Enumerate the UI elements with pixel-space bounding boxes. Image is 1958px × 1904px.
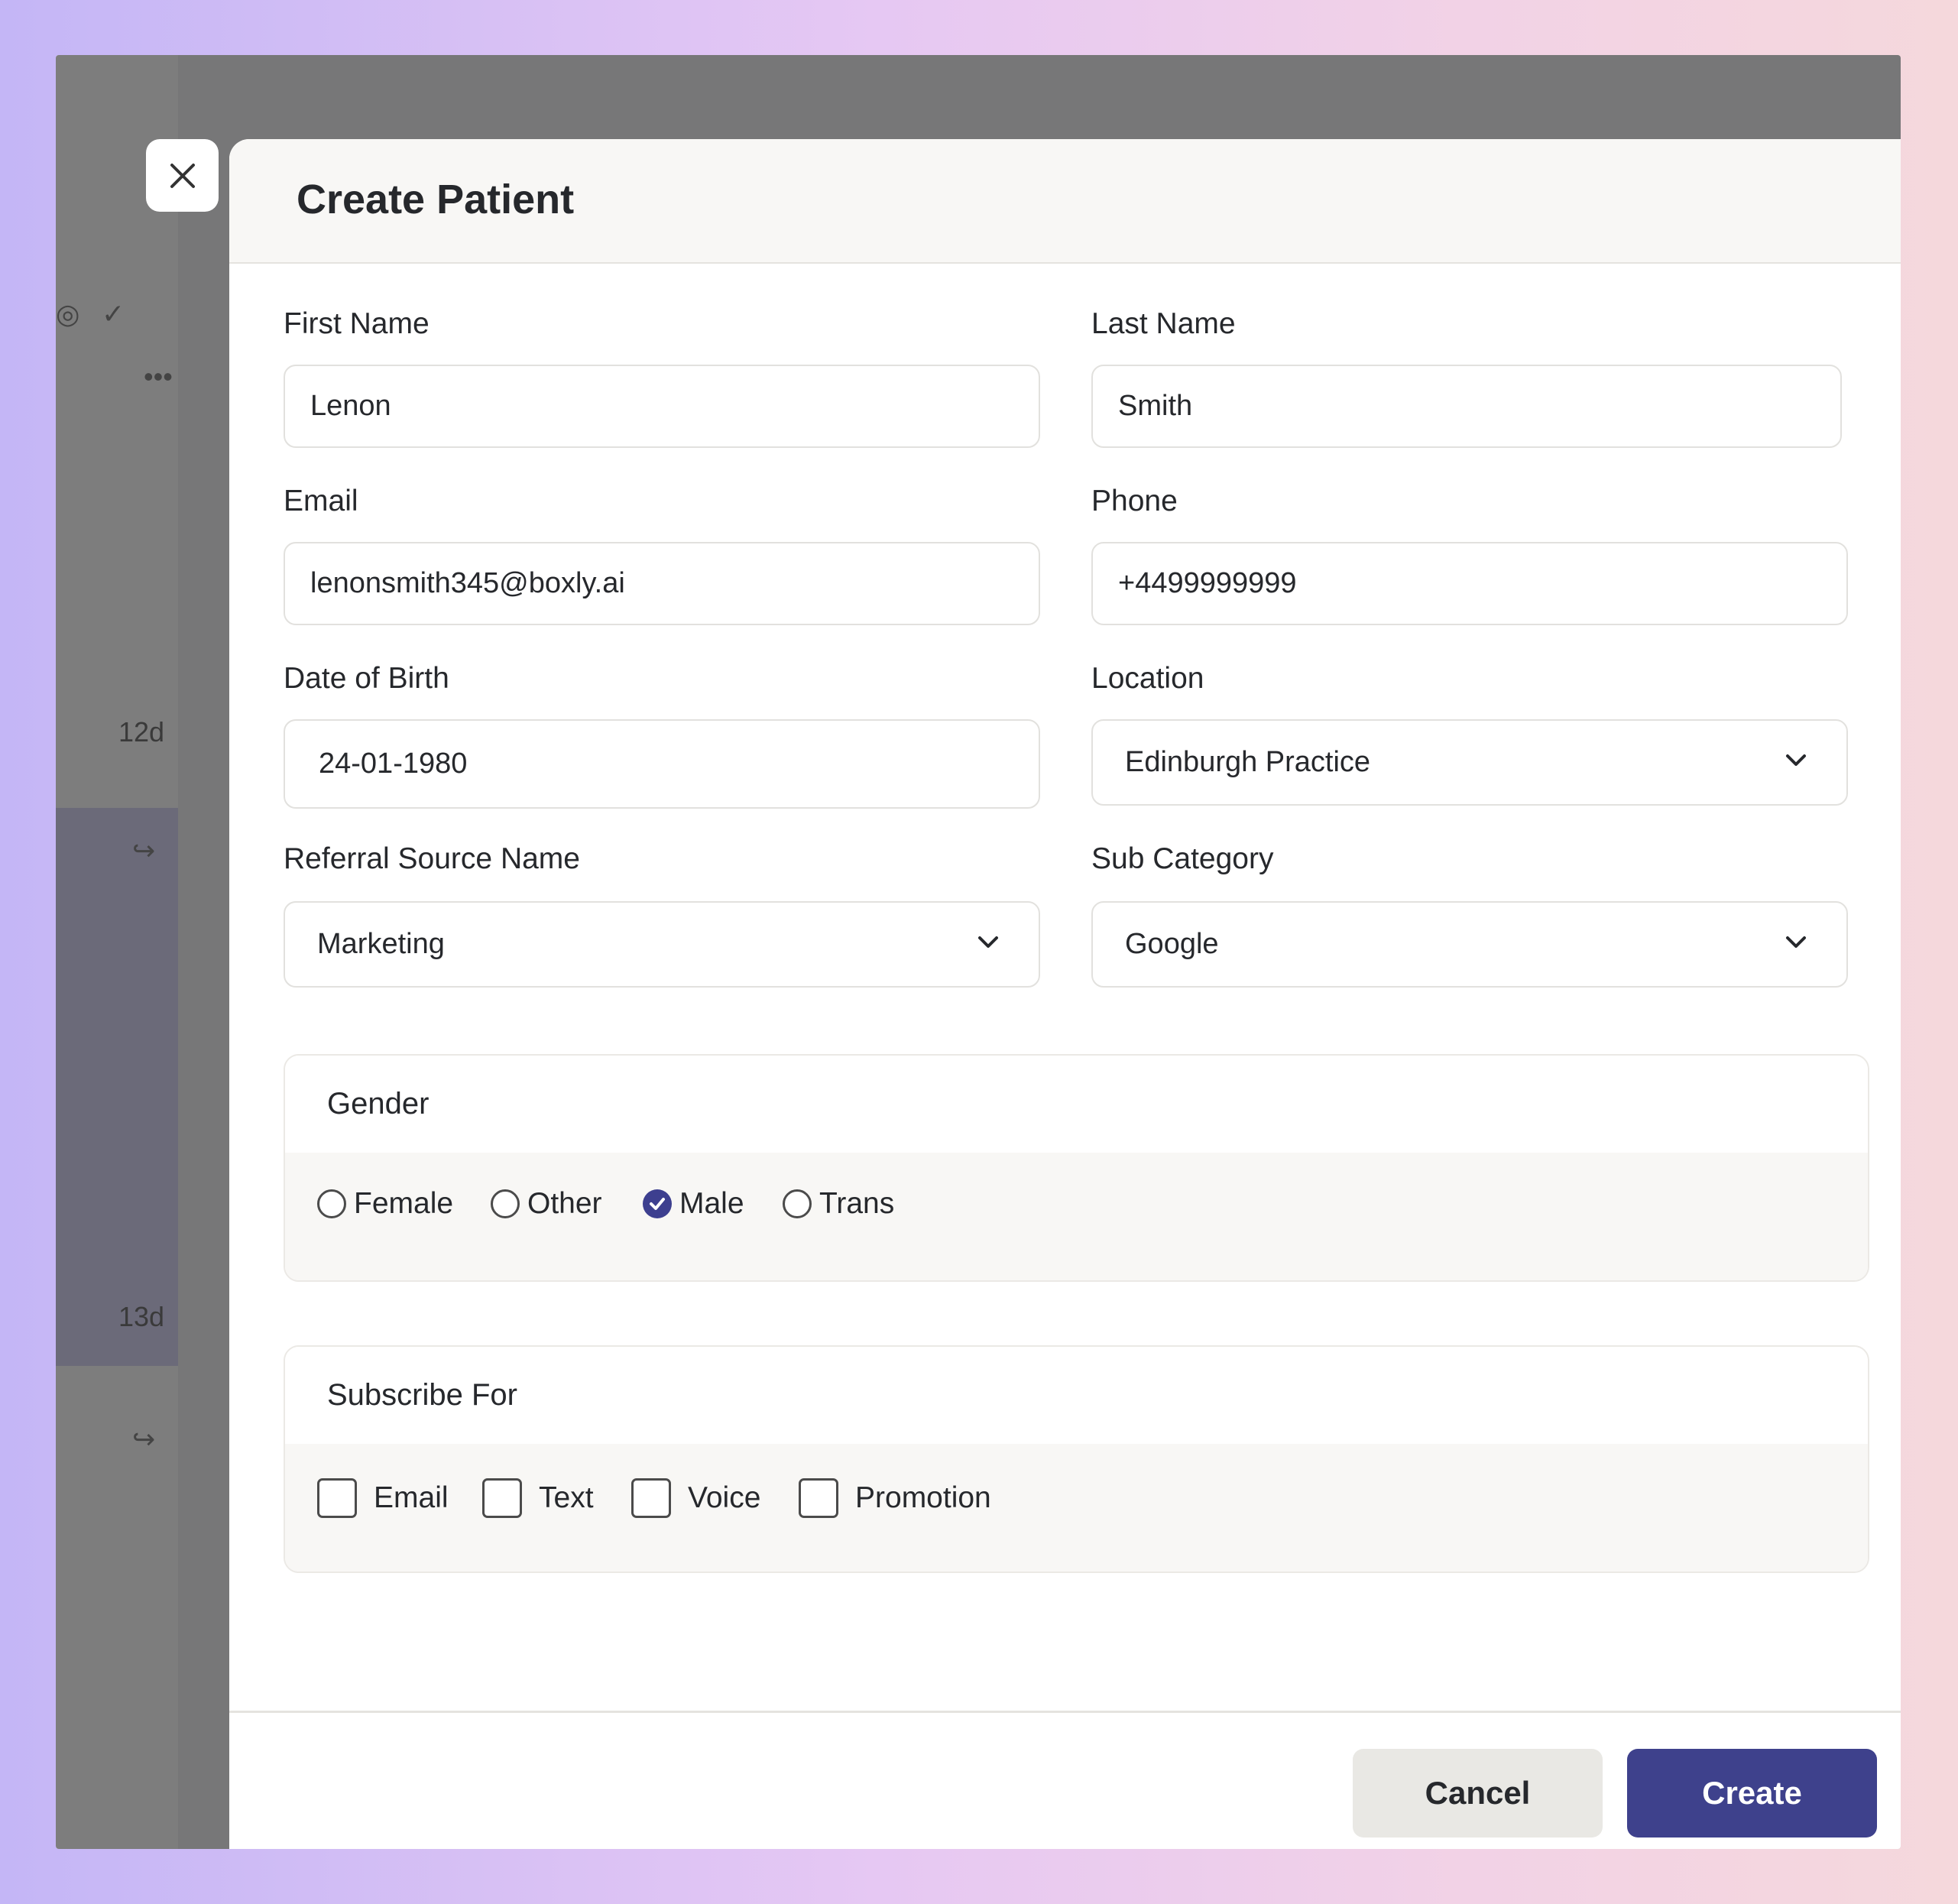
radio-button[interactable] [317,1189,346,1218]
referral-source-label: Referral Source Name [284,842,580,875]
create-button[interactable]: Create [1627,1749,1877,1838]
subscribe-option-label: Promotion [855,1481,991,1514]
last-name-label: Last Name [1091,307,1236,340]
background-app: ◎ ✓ ••• 12d ↪ 13d ↪ Create Patient First… [56,55,1901,1849]
dob-value: 24-01-1980 [319,748,468,780]
radio-button[interactable] [783,1189,812,1218]
radio-button[interactable] [491,1189,520,1218]
checkmark-icon [650,1198,665,1210]
subscribe-option-label: Text [539,1481,594,1514]
subscribe-option-email[interactable]: Email [317,1478,449,1518]
gender-option-female[interactable]: Female [317,1187,453,1221]
email-field[interactable]: lenonsmith345@boxly.ai [284,542,1040,625]
subscribe-title: Subscribe For [285,1347,1868,1444]
referral-source-select[interactable]: Marketing [284,901,1040,988]
sub-category-label: Sub Category [1091,842,1274,875]
first-name-value: Lenon [310,390,391,422]
last-name-field[interactable]: Smith [1091,365,1842,448]
cancel-button[interactable]: Cancel [1353,1749,1603,1838]
gender-group: Gender Female Other Male Trans [284,1054,1869,1282]
subscribe-option-text[interactable]: Text [482,1478,594,1518]
gender-option-trans[interactable]: Trans [783,1187,894,1221]
first-name-label: First Name [284,307,430,340]
email-value: lenonsmith345@boxly.ai [310,567,625,599]
subscribe-option-promotion[interactable]: Promotion [799,1478,991,1518]
close-button[interactable] [146,139,219,212]
checkbox[interactable] [631,1478,671,1518]
phone-value: +4499999999 [1118,567,1297,599]
modal-header: Create Patient [229,139,1901,264]
close-icon [170,163,195,188]
subscribe-option-voice[interactable]: Voice [631,1478,760,1518]
gender-title: Gender [285,1056,1868,1153]
chevron-down-icon [978,936,998,948]
modal-title: Create Patient [297,177,575,222]
sub-category-value: Google [1125,928,1219,960]
gender-option-label: Male [679,1187,744,1220]
subscribe-options: Email Text Voice Promotion [285,1444,1868,1572]
location-value: Edinburgh Practice [1125,746,1371,778]
radio-button-selected[interactable] [643,1189,672,1218]
gender-option-label: Trans [819,1187,895,1220]
location-select[interactable]: Edinburgh Practice [1091,719,1848,806]
dob-field[interactable]: 24-01-1980 [284,719,1040,809]
dob-label: Date of Birth [284,662,449,695]
subscribe-group: Subscribe For Email Text Voice Promotion [284,1345,1869,1573]
gender-option-label: Other [527,1187,602,1220]
subscribe-option-label: Email [374,1481,449,1514]
email-label: Email [284,485,358,517]
chevron-down-icon [1786,754,1806,766]
location-label: Location [1091,662,1204,695]
modal-footer: Cancel Create [229,1711,1901,1849]
phone-label: Phone [1091,485,1178,517]
sub-category-select[interactable]: Google [1091,901,1848,988]
gender-option-male[interactable]: Male [643,1187,744,1221]
gender-option-other[interactable]: Other [491,1187,602,1221]
chevron-down-icon [1786,936,1806,948]
create-patient-modal: Create Patient First Name Lenon Last Nam… [229,139,1901,1849]
first-name-field[interactable]: Lenon [284,365,1040,448]
gender-option-label: Female [354,1187,454,1220]
checkbox[interactable] [317,1478,357,1518]
phone-field[interactable]: +4499999999 [1091,542,1848,625]
last-name-value: Smith [1118,390,1193,422]
gender-options: Female Other Male Trans [285,1153,1868,1280]
subscribe-option-label: Voice [688,1481,761,1514]
referral-source-value: Marketing [317,928,445,960]
checkbox[interactable] [482,1478,522,1518]
checkbox[interactable] [799,1478,838,1518]
